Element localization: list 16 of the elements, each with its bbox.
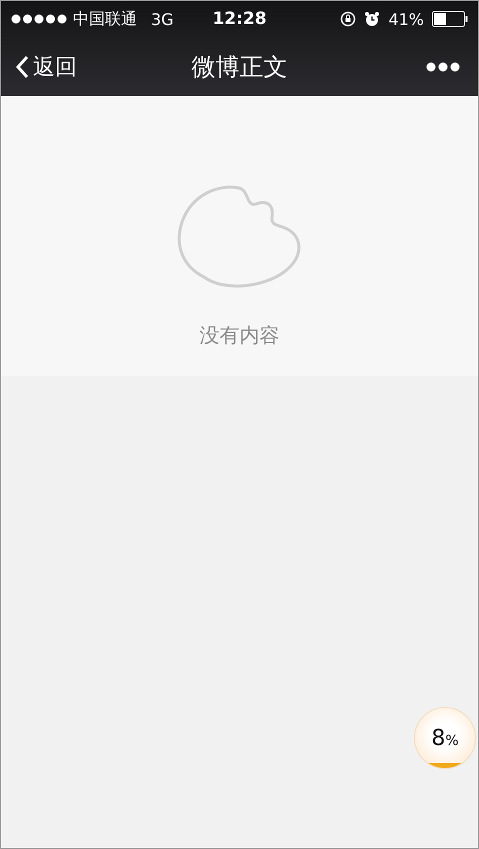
progress-badge[interactable]: 8% — [414, 707, 476, 769]
back-button[interactable]: 返回 — [15, 52, 77, 82]
rotation-lock-icon — [340, 11, 356, 27]
battery-percent: 41% — [388, 10, 424, 28]
network-type: 3G — [151, 10, 174, 28]
carrier-name: 中国联通 — [73, 8, 137, 30]
clock-time: 12:28 — [212, 9, 267, 29]
page-title: 微博正文 — [192, 52, 288, 82]
signal-icon — [11, 14, 67, 24]
battery-icon — [432, 11, 468, 27]
progress-value: 8 — [431, 726, 446, 750]
chevron-left-icon — [15, 54, 29, 78]
progress-unit: % — [445, 733, 459, 749]
alarm-icon — [364, 11, 380, 27]
empty-message: 没有内容 — [200, 322, 280, 349]
more-icon — [426, 62, 460, 72]
